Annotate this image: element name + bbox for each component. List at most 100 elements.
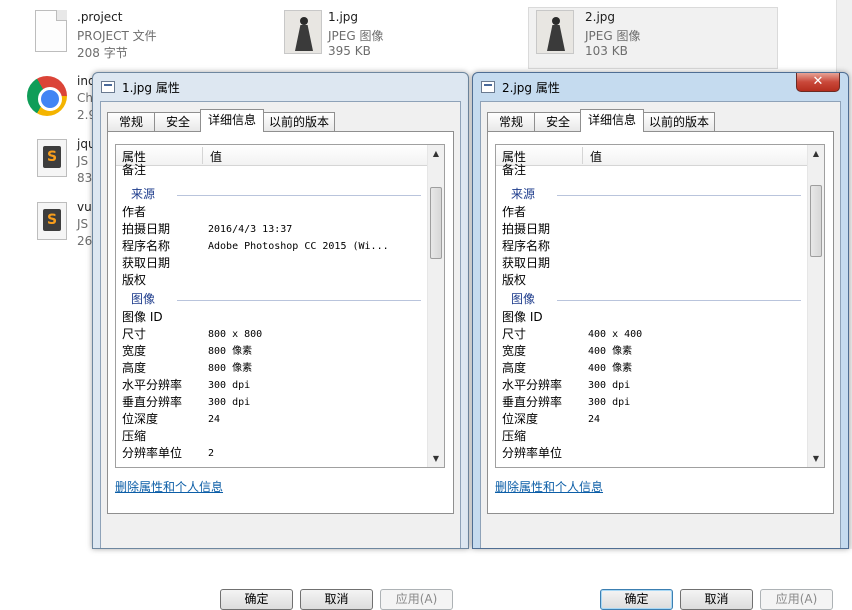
- title-bar[interactable]: 2.jpg 属性 ✕: [473, 73, 848, 101]
- file-name: 1.jpg: [328, 10, 359, 24]
- property-row[interactable]: 压缩: [122, 428, 427, 445]
- property-value: 400 x 400: [588, 329, 643, 340]
- property-label: 分辨率单位: [122, 446, 183, 460]
- property-value: 24: [208, 414, 221, 425]
- file-item-index[interactable]: ind Ch 2.9: [27, 72, 99, 134]
- scroll-thumb[interactable]: [810, 185, 822, 257]
- property-row[interactable]: 宽度 800 像素: [122, 343, 427, 360]
- file-item-jquery[interactable]: jqu JS 83: [29, 135, 99, 197]
- property-label: 获取日期: [122, 256, 171, 270]
- tab-security[interactable]: 安全: [534, 112, 582, 131]
- property-label: 水平分辨率: [122, 378, 183, 392]
- file-type: JS: [77, 217, 89, 231]
- property-row[interactable]: 图像 ID: [122, 309, 427, 326]
- ok-button[interactable]: 确定: [600, 589, 673, 610]
- property-row[interactable]: 高度 800 像素: [122, 360, 427, 377]
- property-row[interactable]: 程序名称 Adobe Photoshop CC 2015 (Wi...: [122, 238, 427, 255]
- property-row[interactable]: 尺寸 800 x 800: [122, 326, 427, 343]
- ok-button[interactable]: 确定: [220, 589, 293, 610]
- scroll-up-arrow-icon[interactable]: ▲: [808, 145, 824, 162]
- scroll-down-arrow-icon[interactable]: ▼: [808, 450, 824, 467]
- group-label: 图像: [511, 292, 536, 306]
- tab-general[interactable]: 常规: [487, 112, 535, 131]
- property-row[interactable]: 拍摄日期 2016/4/3 13:37: [122, 221, 427, 238]
- tab-previous-versions[interactable]: 以前的版本: [643, 112, 715, 131]
- chrome-icon: [23, 72, 71, 120]
- property-label: 拍摄日期: [122, 222, 171, 236]
- file-item-1jpg[interactable]: 1.jpg JPEG 图像 395 KB: [280, 8, 500, 70]
- property-row[interactable]: 水平分辨率 300 dpi: [122, 377, 427, 394]
- property-row[interactable]: 图像 ID: [502, 309, 807, 326]
- list-scrollbar[interactable]: ▲ ▼: [427, 145, 444, 467]
- property-label: 位深度: [502, 412, 539, 426]
- close-button[interactable]: ✕: [796, 73, 840, 92]
- property-value: 300 dpi: [588, 380, 631, 391]
- property-row[interactable]: 水平分辨率 300 dpi: [502, 377, 807, 394]
- property-row[interactable]: 位深度 24: [122, 411, 427, 428]
- dialog-title: 2.jpg 属性: [502, 81, 560, 95]
- property-row[interactable]: 版权: [502, 272, 807, 289]
- property-label: 宽度: [122, 344, 147, 358]
- property-row[interactable]: 垂直分辨率 300 dpi: [122, 394, 427, 411]
- tab-details[interactable]: 详细信息: [580, 109, 644, 132]
- property-row[interactable]: 高度 400 像素: [502, 360, 807, 377]
- file-size: 395 KB: [328, 44, 371, 58]
- property-row[interactable]: 拍摄日期: [502, 221, 807, 238]
- cancel-button[interactable]: 取消: [680, 589, 753, 610]
- property-value: Adobe Photoshop CC 2015 (Wi...: [208, 241, 389, 252]
- properties-icon: [101, 81, 115, 93]
- file-item-project[interactable]: .project PROJECT 文件 208 字节: [29, 8, 229, 70]
- remove-properties-link[interactable]: 删除属性和个人信息: [495, 478, 603, 495]
- property-row[interactable]: 作者: [502, 204, 807, 221]
- property-row[interactable]: 分辨率单位: [502, 445, 807, 462]
- photo-thumbnail-icon: [280, 8, 328, 56]
- property-list[interactable]: 属性 值 备注 来源 作者 拍摄日期 2016/4/3 13:37 程序名称 Adobe P…: [115, 144, 445, 468]
- scroll-thumb[interactable]: [430, 187, 442, 259]
- property-label: 垂直分辨率: [122, 395, 183, 409]
- apply-button[interactable]: 应用(A): [760, 589, 833, 610]
- property-value: 2: [208, 448, 215, 459]
- title-bar[interactable]: 1.jpg 属性: [93, 73, 468, 101]
- file-item-vue[interactable]: vu JS 26: [29, 198, 99, 260]
- remove-properties-link[interactable]: 删除属性和个人信息: [115, 478, 223, 495]
- property-value: 2016/4/3 13:37: [208, 224, 293, 235]
- property-row[interactable]: 分辨率单位 2: [122, 445, 427, 462]
- property-row[interactable]: 获取日期: [502, 255, 807, 272]
- property-row[interactable]: 压缩: [502, 428, 807, 445]
- cancel-button[interactable]: 取消: [300, 589, 373, 610]
- file-size: 103 KB: [585, 44, 628, 58]
- property-label: 图像 ID: [122, 310, 163, 324]
- property-row[interactable]: 备注: [502, 162, 807, 179]
- property-row[interactable]: 获取日期: [122, 255, 427, 272]
- tab-general[interactable]: 常规: [107, 112, 155, 131]
- scroll-down-arrow-icon[interactable]: ▼: [428, 450, 444, 467]
- document-icon: [29, 8, 77, 56]
- property-row[interactable]: 版权: [122, 272, 427, 289]
- property-value: 800 像素: [208, 346, 253, 357]
- property-row[interactable]: 尺寸 400 x 400: [502, 326, 807, 343]
- file-item-2jpg[interactable]: 2.jpg JPEG 图像 103 KB: [528, 7, 778, 69]
- property-row[interactable]: 位深度 24: [502, 411, 807, 428]
- dialog-content: 常规 安全 详细信息 以前的版本 属性 值 备注 来源 作者 拍摄日期 程序名称 获取日期…: [480, 101, 841, 610]
- property-row[interactable]: 垂直分辨率 300 dpi: [502, 394, 807, 411]
- photo-thumbnail-icon: [532, 8, 580, 56]
- file-type: Ch: [77, 91, 93, 105]
- property-row[interactable]: 程序名称: [502, 238, 807, 255]
- property-label: 拍摄日期: [502, 222, 551, 236]
- tab-previous-versions[interactable]: 以前的版本: [263, 112, 335, 131]
- property-row[interactable]: 宽度 400 像素: [502, 343, 807, 360]
- property-row[interactable]: 作者: [122, 204, 427, 221]
- property-list[interactable]: 属性 值 备注 来源 作者 拍摄日期 程序名称 获取日期 版权 图像 图像 ID 尺寸 400 x …: [495, 144, 825, 468]
- tab-security[interactable]: 安全: [154, 112, 202, 131]
- property-value: 400 像素: [588, 363, 633, 374]
- group-label: 来源: [511, 187, 536, 201]
- list-scrollbar[interactable]: ▲ ▼: [807, 145, 824, 467]
- property-label: 图像 ID: [502, 310, 543, 324]
- file-type: JS: [77, 154, 89, 168]
- property-label: 备注: [122, 163, 147, 177]
- property-label: 压缩: [122, 429, 147, 443]
- apply-button[interactable]: 应用(A): [380, 589, 453, 610]
- property-row[interactable]: 备注: [122, 162, 427, 179]
- scroll-up-arrow-icon[interactable]: ▲: [428, 145, 444, 162]
- tab-details[interactable]: 详细信息: [200, 109, 264, 132]
